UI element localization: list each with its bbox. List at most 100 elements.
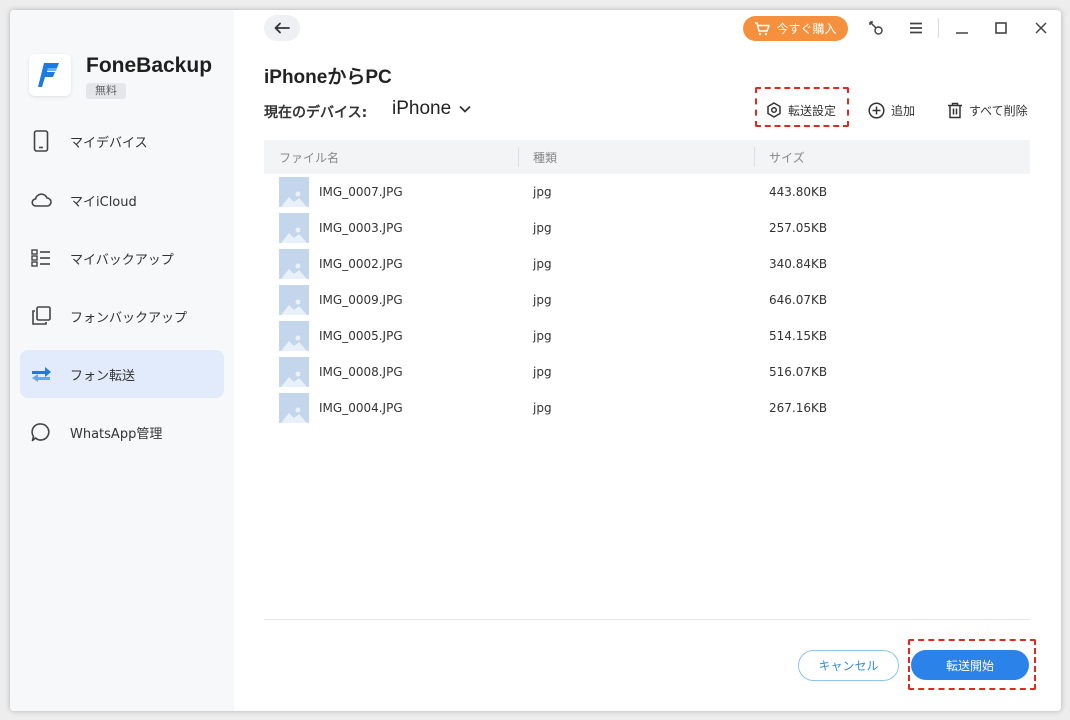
file-name-cell: IMG_0009.JPG: [264, 282, 518, 318]
menu-button[interactable]: [906, 18, 926, 38]
file-name-cell: IMG_0007.JPG: [264, 174, 518, 210]
table-row[interactable]: IMG_0009.JPG jpg 646.07KB: [264, 282, 1030, 318]
image-thumbnail-icon: [279, 393, 309, 423]
chevron-down-icon: [459, 105, 471, 113]
file-size: 267.16KB: [769, 401, 828, 415]
file-name-cell: IMG_0002.JPG: [264, 246, 518, 282]
list-icon: [30, 247, 52, 269]
table-row[interactable]: IMG_0008.JPG jpg 516.07KB: [264, 354, 1030, 390]
image-thumbnail-icon: [279, 249, 309, 279]
minimize-icon: [956, 32, 968, 34]
sidebar-item-label: マイバックアップ: [70, 252, 174, 268]
highlight-settings-box: [755, 87, 849, 127]
maximize-icon: [995, 22, 1007, 34]
file-name: IMG_0009.JPG: [319, 293, 403, 307]
current-device-label: 現在のデバイス:: [264, 105, 368, 121]
file-size: 646.07KB: [769, 293, 828, 307]
column-header-type[interactable]: 種類: [518, 140, 754, 174]
device-dropdown[interactable]: iPhone: [392, 98, 471, 120]
app-name: FoneBackup: [86, 54, 213, 77]
file-name-cell: IMG_0005.JPG: [264, 318, 518, 354]
maximize-button[interactable]: [991, 18, 1011, 38]
table-row[interactable]: IMG_0003.JPG jpg 257.05KB: [264, 210, 1030, 246]
sidebar-item-label: マイiCloud: [70, 194, 137, 210]
table-row[interactable]: IMG_0002.JPG jpg 340.84KB: [264, 246, 1030, 282]
file-type: jpg: [533, 365, 552, 379]
sidebar-item-phone-backup[interactable]: フォンバックアップ: [20, 292, 224, 340]
chat-icon: [30, 421, 52, 443]
file-name: IMG_0004.JPG: [319, 401, 403, 415]
footer-divider: [264, 619, 1030, 620]
arrow-left-icon: [274, 22, 290, 34]
table-header: ファイル名 種類 サイズ: [264, 140, 1030, 174]
file-size: 516.07KB: [769, 365, 828, 379]
file-type: jpg: [533, 185, 552, 199]
cart-icon: [755, 21, 771, 35]
sidebar-item-label: WhatsApp管理: [70, 426, 163, 442]
menu-icon: [910, 22, 922, 34]
file-table: ファイル名 種類 サイズ IMG_0007.JPG jpg 443.80KB IMG_…: [264, 140, 1030, 426]
minimize-button[interactable]: [952, 18, 972, 38]
image-thumbnail-icon: [279, 213, 309, 243]
file-name: IMG_0005.JPG: [319, 329, 403, 343]
file-type: jpg: [533, 221, 552, 235]
titlebar-divider: [938, 18, 939, 38]
back-button[interactable]: [264, 15, 300, 41]
file-name-cell: IMG_0003.JPG: [264, 210, 518, 246]
add-button[interactable]: 追加: [868, 98, 915, 122]
table-row[interactable]: IMG_0004.JPG jpg 267.16KB: [264, 390, 1030, 426]
key-icon: [869, 21, 883, 35]
file-name: IMG_0008.JPG: [319, 365, 403, 379]
file-size: 514.15KB: [769, 329, 828, 343]
copy-icon: [30, 305, 52, 327]
file-name: IMG_0002.JPG: [319, 257, 403, 271]
cancel-button[interactable]: キャンセル: [798, 650, 899, 681]
file-name-cell: IMG_0004.JPG: [264, 390, 518, 426]
buy-now-label: 今すぐ購入: [776, 22, 837, 36]
delete-all-label: すべて削除: [969, 103, 1028, 118]
table-row[interactable]: IMG_0005.JPG jpg 514.15KB: [264, 318, 1030, 354]
close-button[interactable]: [1031, 18, 1051, 38]
column-header-name[interactable]: ファイル名: [264, 140, 518, 174]
image-thumbnail-icon: [279, 357, 309, 387]
sidebar-item-whatsapp[interactable]: WhatsApp管理: [20, 408, 224, 456]
highlight-start-box: [908, 639, 1036, 690]
sidebar-item-phone-transfer[interactable]: フォン転送: [20, 350, 224, 398]
file-type: jpg: [533, 257, 552, 271]
table-body: IMG_0007.JPG jpg 443.80KB IMG_0003.JPG jpg 25…: [264, 174, 1030, 426]
sidebar-item-label: マイデバイス: [70, 135, 148, 151]
key-button[interactable]: [866, 18, 886, 38]
sidebar-item-my-icloud[interactable]: マイiCloud: [20, 176, 224, 224]
device-dropdown-value: iPhone: [392, 98, 452, 119]
file-name: IMG_0007.JPG: [319, 185, 403, 199]
sidebar-item-my-device[interactable]: マイデバイス: [20, 117, 224, 165]
file-name-cell: IMG_0008.JPG: [264, 354, 518, 390]
file-name: IMG_0003.JPG: [319, 221, 403, 235]
sidebar: FoneBackup 無料 マイデバイス マイiCloud マイバックアップ フ…: [10, 10, 234, 711]
image-thumbnail-icon: [279, 177, 309, 207]
image-thumbnail-icon: [279, 321, 309, 351]
close-icon: [1035, 22, 1047, 34]
file-size: 443.80KB: [769, 185, 828, 199]
plus-circle-icon: [868, 101, 885, 119]
sidebar-item-my-backup[interactable]: マイバックアップ: [20, 234, 224, 282]
sidebar-item-label: フォンバックアップ: [70, 310, 188, 326]
fonebackup-logo-icon: [38, 63, 59, 87]
table-row[interactable]: IMG_0007.JPG jpg 443.80KB: [264, 174, 1030, 210]
page-title: iPhoneからPC: [264, 67, 392, 88]
image-thumbnail-icon: [279, 285, 309, 315]
add-label: 追加: [891, 103, 916, 118]
column-header-size[interactable]: サイズ: [754, 140, 1030, 174]
app-logo: [29, 54, 71, 96]
file-type: jpg: [533, 329, 552, 343]
file-type: jpg: [533, 401, 552, 415]
transfer-icon: [30, 363, 52, 385]
phone-icon: [30, 130, 52, 152]
file-type: jpg: [533, 293, 552, 307]
buy-now-button[interactable]: 今すぐ購入: [743, 16, 848, 41]
delete-all-button[interactable]: すべて削除: [947, 98, 1028, 122]
file-size: 257.05KB: [769, 221, 828, 235]
app-window: FoneBackup 無料 マイデバイス マイiCloud マイバックアップ フ…: [10, 10, 1061, 711]
cloud-icon: [30, 189, 52, 211]
file-size: 340.84KB: [769, 257, 828, 271]
